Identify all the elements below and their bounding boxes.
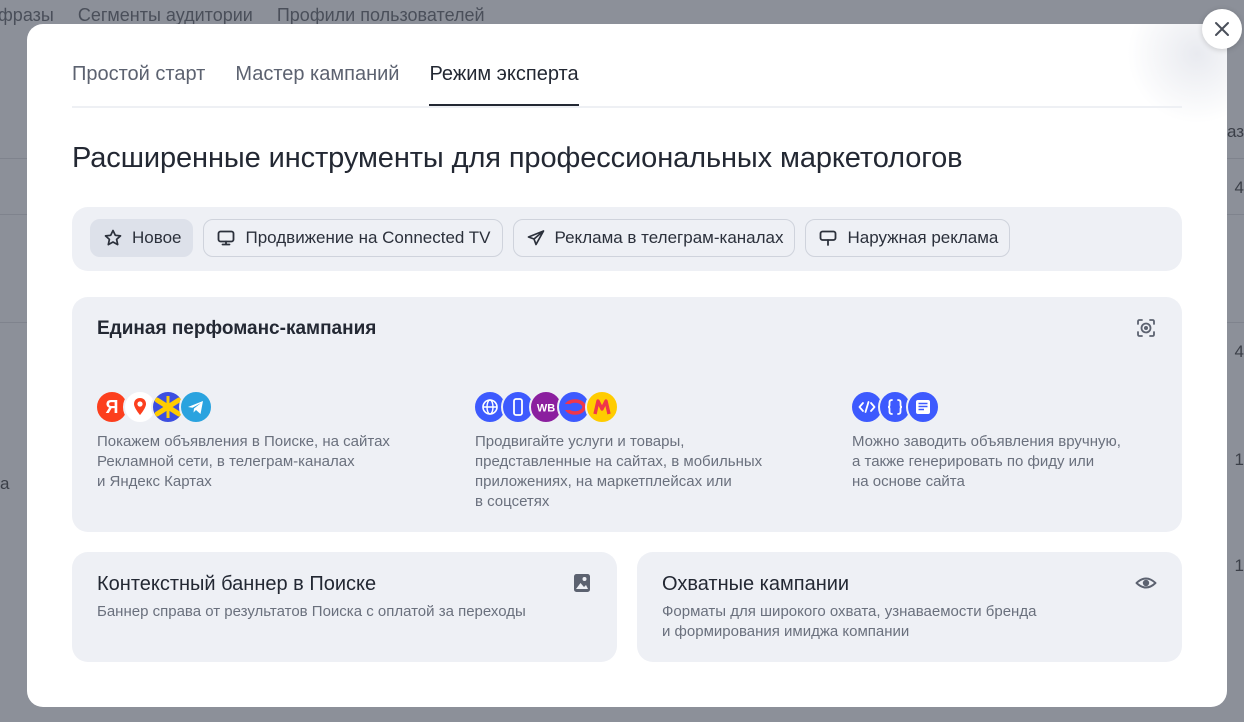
chip-outdoor-ads[interactable]: Наружная реклама	[805, 219, 1011, 257]
filter-chips-bar: Новое Продвижение на Connected TV Реклам…	[72, 207, 1182, 271]
unified-performance-campaign-card[interactable]: Единая перфоманс-кампания Я Покажем объя…	[72, 297, 1182, 532]
card-title: Охватные кампании	[662, 573, 850, 595]
tv-icon	[218, 230, 235, 246]
card-title: Единая перфоманс-кампания	[97, 318, 377, 339]
site-icon	[906, 390, 940, 424]
bg-cell: 1	[1234, 450, 1244, 469]
feature-description: Можно заводить объявления вручную, а так…	[852, 433, 1121, 490]
bg-cell: аз	[1226, 122, 1244, 141]
chip-label: Новое	[132, 228, 182, 247]
tab-expert-mode[interactable]: Режим эксперта	[429, 60, 579, 106]
bg-cell: 4	[1234, 178, 1244, 197]
chip-label: Реклама в телеграм-каналах	[554, 228, 784, 247]
feature-description: Покажем объявления в Поиске, на сайтах Р…	[97, 433, 390, 490]
card-description: Баннер справа от результатов Поиска с оп…	[97, 603, 526, 620]
close-button[interactable]	[1202, 9, 1242, 49]
bg-cell: 1	[1234, 556, 1244, 575]
feature-placements: Я Покажем объявления в Поиске, на сайтах…	[95, 390, 417, 492]
telegram-icon	[527, 230, 544, 246]
bg-cell: 4	[1234, 342, 1244, 361]
telegram-icon	[179, 390, 213, 424]
close-icon	[1215, 22, 1229, 36]
mode-tabs: Простой старт Мастер кампаний Режим эксп…	[72, 60, 1182, 108]
chip-telegram-ads[interactable]: Реклама в телеграм-каналах	[512, 219, 796, 257]
chip-label: Продвижение на Connected TV	[245, 228, 491, 247]
star-icon	[104, 229, 122, 246]
billboard-icon	[820, 230, 837, 246]
yandex-market-icon	[585, 390, 619, 424]
chip-label: Наружная реклама	[847, 228, 999, 247]
feature-objects: WB Продвигайте услуги и товары, представ…	[473, 390, 795, 512]
eye-icon	[1135, 572, 1157, 599]
platform-icons	[850, 390, 1172, 424]
page-title: Расширенные инструменты для профессионал…	[72, 142, 963, 174]
card-title: Контекстный баннер в Поиске	[97, 573, 377, 595]
svg-text:Я: Я	[106, 397, 119, 417]
feature-ad-creation: Можно заводить объявления вручную, а так…	[850, 390, 1172, 492]
chip-connected-tv[interactable]: Продвижение на Connected TV	[203, 219, 503, 257]
tab-campaign-wizard[interactable]: Мастер кампаний	[235, 60, 399, 106]
chip-new[interactable]: Новое	[90, 219, 194, 257]
context-banner-card[interactable]: Контекстный баннер в Поиске Баннер справ…	[72, 552, 617, 662]
reach-campaigns-card[interactable]: Охватные кампании Форматы для широкого о…	[637, 552, 1182, 662]
image-icon	[572, 572, 592, 599]
campaign-type-modal: Простой старт Мастер кампаний Режим эксп…	[27, 24, 1227, 707]
feature-description: Продвигайте услуги и товары, представлен…	[475, 433, 763, 510]
tab-simple-start[interactable]: Простой старт	[72, 60, 205, 106]
platform-icons: WB	[473, 390, 795, 424]
bg-cell: а	[0, 474, 10, 493]
platform-icons: Я	[95, 390, 417, 424]
card-description: Форматы для широкого охвата, узнаваемост…	[662, 603, 1037, 640]
target-icon	[1135, 317, 1157, 344]
svg-text:WB: WB	[537, 403, 555, 415]
